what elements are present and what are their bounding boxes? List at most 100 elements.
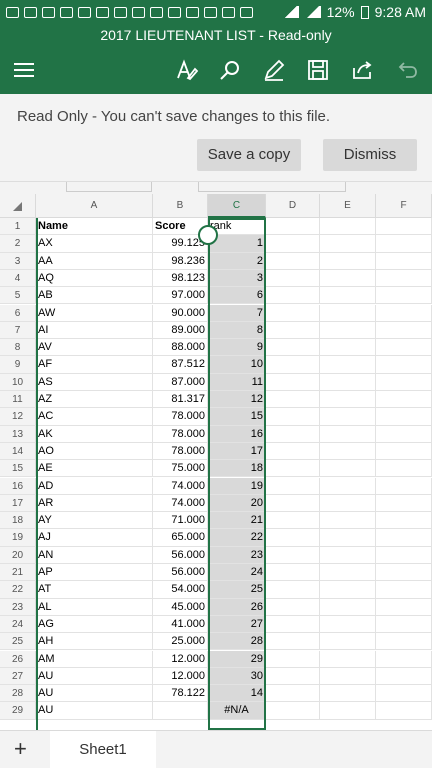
cell-score[interactable]: 78.000	[153, 408, 208, 426]
cell-rank[interactable]: #N/A	[208, 702, 266, 720]
cell-empty[interactable]	[320, 408, 376, 426]
cell-rank[interactable]: 23	[208, 546, 266, 564]
cell-rank[interactable]: 18	[208, 460, 266, 478]
row-header[interactable]: 5	[0, 287, 36, 305]
cell-score[interactable]: 74.000	[153, 477, 208, 495]
cell-empty[interactable]	[320, 321, 376, 340]
row-header[interactable]: 3	[0, 252, 36, 270]
row-header[interactable]: 10	[0, 373, 36, 391]
row-header[interactable]: 16	[0, 477, 36, 495]
cell-empty[interactable]	[320, 287, 376, 305]
cell-rank[interactable]: 12	[208, 391, 266, 409]
cell-empty[interactable]	[376, 287, 432, 305]
row-header[interactable]: 17	[0, 494, 36, 513]
cell-empty[interactable]	[376, 218, 432, 236]
cell-empty[interactable]	[376, 650, 432, 668]
cell-empty[interactable]	[266, 581, 320, 599]
spreadsheet-grid[interactable]: A B C D E F 1 Name Score rank 2 AX 99.125 1 3 AA 98.236 2…	[0, 194, 432, 730]
cell-score[interactable]: 71.000	[153, 512, 208, 530]
cell-name[interactable]: AU	[36, 702, 153, 720]
cell-name[interactable]: AC	[36, 408, 153, 426]
cell-score[interactable]: 78.000	[153, 442, 208, 461]
column-header-c[interactable]: C	[208, 194, 266, 218]
cell-empty[interactable]	[266, 391, 320, 409]
row-header[interactable]: 21	[0, 564, 36, 582]
row-header[interactable]: 26	[0, 650, 36, 668]
cell-name[interactable]: AV	[36, 339, 153, 357]
cell-empty[interactable]	[376, 442, 432, 461]
column-header-e[interactable]: E	[320, 194, 376, 218]
draw-icon[interactable]	[174, 58, 199, 82]
cell-score[interactable]	[153, 702, 208, 720]
cell-name[interactable]: AM	[36, 650, 153, 668]
formula-bar[interactable]	[0, 182, 432, 194]
row-header[interactable]: 14	[0, 442, 36, 461]
cell-empty[interactable]	[320, 477, 376, 495]
row-header[interactable]: 24	[0, 615, 36, 634]
undo-icon[interactable]	[396, 58, 420, 82]
cell-rank[interactable]: 3	[208, 269, 266, 288]
cell-empty[interactable]	[266, 252, 320, 270]
cell-name[interactable]: AP	[36, 564, 153, 582]
cell-score[interactable]: 25.000	[153, 633, 208, 651]
row-header[interactable]: 25	[0, 633, 36, 651]
selection-handle[interactable]	[198, 225, 218, 245]
cell-empty[interactable]	[266, 564, 320, 582]
cell-name[interactable]: AL	[36, 598, 153, 616]
cell-score[interactable]: 90.000	[153, 304, 208, 322]
cell-empty[interactable]	[266, 321, 320, 340]
cell-empty[interactable]	[320, 650, 376, 668]
cell-score[interactable]: 87.512	[153, 356, 208, 374]
share-icon[interactable]	[350, 58, 374, 82]
cell-empty[interactable]	[376, 425, 432, 443]
cell-name[interactable]: AX	[36, 235, 153, 253]
cell-score[interactable]: 65.000	[153, 529, 208, 547]
cell-empty[interactable]	[376, 633, 432, 651]
formula-input[interactable]	[198, 182, 346, 192]
select-all-corner[interactable]	[0, 194, 36, 218]
cell-rank[interactable]: 14	[208, 685, 266, 703]
cell-empty[interactable]	[320, 529, 376, 547]
cell-empty[interactable]	[376, 408, 432, 426]
cell-empty[interactable]	[376, 494, 432, 513]
cell-name[interactable]: AH	[36, 633, 153, 651]
cell-empty[interactable]	[376, 321, 432, 340]
cell-rank[interactable]: 6	[208, 287, 266, 305]
cell-rank[interactable]: 26	[208, 598, 266, 616]
cell-score[interactable]: 97.000	[153, 287, 208, 305]
cell-rank[interactable]: 15	[208, 408, 266, 426]
sheet-tab[interactable]: Sheet1	[50, 731, 156, 768]
cell-name[interactable]: AF	[36, 356, 153, 374]
cell-name[interactable]: Name	[36, 218, 153, 236]
cell-score[interactable]: 56.000	[153, 546, 208, 564]
column-header-b[interactable]: B	[153, 194, 208, 218]
cell-empty[interactable]	[266, 304, 320, 322]
cell-name[interactable]: AN	[36, 546, 153, 564]
cell-empty[interactable]	[320, 581, 376, 599]
row-header[interactable]: 8	[0, 339, 36, 357]
cell-rank[interactable]: 30	[208, 667, 266, 686]
row-header[interactable]: 7	[0, 321, 36, 340]
cell-empty[interactable]	[376, 685, 432, 703]
row-header[interactable]: 18	[0, 512, 36, 530]
cell-score[interactable]: 75.000	[153, 460, 208, 478]
cell-rank[interactable]: 28	[208, 633, 266, 651]
save-a-copy-button[interactable]: Save a copy	[197, 139, 301, 171]
cell-empty[interactable]	[320, 373, 376, 391]
cell-empty[interactable]	[320, 685, 376, 703]
cell-empty[interactable]	[376, 615, 432, 634]
cell-empty[interactable]	[376, 564, 432, 582]
cell-empty[interactable]	[266, 633, 320, 651]
cell-rank[interactable]: 16	[208, 425, 266, 443]
cell-score[interactable]: 87.000	[153, 373, 208, 391]
cell-empty[interactable]	[266, 269, 320, 288]
cell-empty[interactable]	[266, 615, 320, 634]
cell-name[interactable]: AO	[36, 442, 153, 461]
cell-score[interactable]: 12.000	[153, 650, 208, 668]
row-header[interactable]: 20	[0, 546, 36, 564]
cell-empty[interactable]	[376, 391, 432, 409]
cell-score[interactable]: 88.000	[153, 339, 208, 357]
cell-empty[interactable]	[266, 494, 320, 513]
cell-empty[interactable]	[266, 512, 320, 530]
cell-empty[interactable]	[376, 339, 432, 357]
